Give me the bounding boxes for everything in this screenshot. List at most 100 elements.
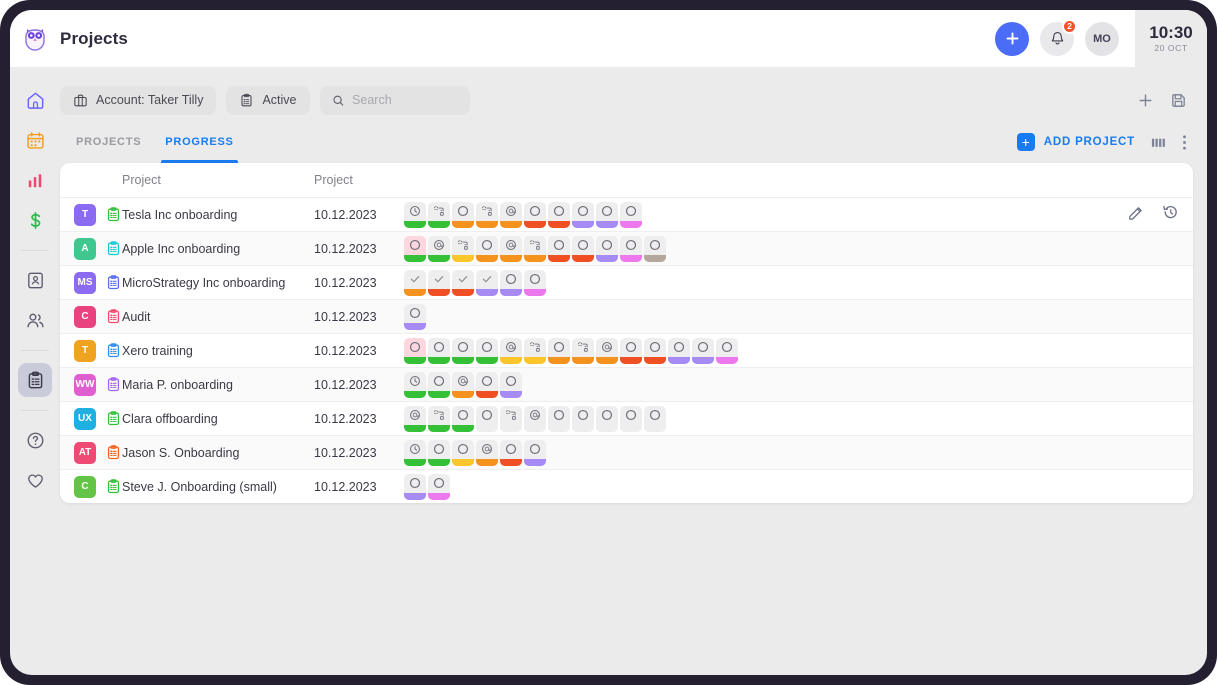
progress-chip[interactable] bbox=[452, 337, 474, 364]
progress-chip[interactable] bbox=[452, 371, 474, 398]
save-button[interactable] bbox=[1170, 92, 1187, 109]
sidebar-item-calendar[interactable] bbox=[18, 123, 52, 157]
progress-chip[interactable] bbox=[476, 269, 498, 296]
progress-chip[interactable] bbox=[404, 371, 426, 398]
progress-chip[interactable] bbox=[596, 405, 618, 432]
progress-chip[interactable] bbox=[452, 439, 474, 466]
progress-chip[interactable] bbox=[476, 439, 498, 466]
progress-chip[interactable] bbox=[428, 235, 450, 262]
row-history-button[interactable] bbox=[1162, 204, 1179, 226]
progress-chip[interactable] bbox=[428, 473, 450, 500]
progress-chip[interactable] bbox=[572, 405, 594, 432]
progress-chip[interactable] bbox=[404, 405, 426, 432]
table-row[interactable]: WW Maria P. onboarding 10.12.2023 bbox=[60, 367, 1193, 401]
progress-chip[interactable] bbox=[500, 201, 522, 228]
progress-chip[interactable] bbox=[572, 337, 594, 364]
progress-chip[interactable] bbox=[476, 405, 498, 432]
table-row[interactable]: C Steve J. Onboarding (small) 10.12.2023 bbox=[60, 469, 1193, 503]
progress-chip[interactable] bbox=[620, 405, 642, 432]
progress-chip[interactable] bbox=[500, 337, 522, 364]
progress-chip[interactable] bbox=[428, 371, 450, 398]
notifications-button[interactable]: 2 bbox=[1040, 18, 1077, 56]
add-row-button[interactable] bbox=[1137, 92, 1154, 109]
progress-chip[interactable] bbox=[644, 337, 666, 364]
progress-chip[interactable] bbox=[500, 235, 522, 262]
progress-chip[interactable] bbox=[404, 303, 426, 330]
progress-chip[interactable] bbox=[692, 337, 714, 364]
progress-chip[interactable] bbox=[404, 337, 426, 364]
progress-chip[interactable] bbox=[668, 337, 690, 364]
progress-chip[interactable] bbox=[524, 269, 546, 296]
progress-chip[interactable] bbox=[548, 405, 570, 432]
progress-chip[interactable] bbox=[500, 269, 522, 296]
quick-add-button[interactable] bbox=[995, 21, 1029, 56]
progress-chip[interactable] bbox=[572, 201, 594, 228]
sidebar-item-projects[interactable] bbox=[18, 363, 52, 397]
progress-chip[interactable] bbox=[428, 439, 450, 466]
progress-chip[interactable] bbox=[404, 201, 426, 228]
progress-chip[interactable] bbox=[476, 337, 498, 364]
progress-chip[interactable] bbox=[644, 405, 666, 432]
progress-chip[interactable] bbox=[524, 405, 546, 432]
tab-projects[interactable]: PROJECTS bbox=[76, 121, 141, 163]
table-row[interactable]: MS MicroStrategy Inc onboarding 10.12.2023 bbox=[60, 265, 1193, 299]
progress-chip[interactable] bbox=[476, 371, 498, 398]
progress-chip[interactable] bbox=[428, 269, 450, 296]
progress-chip[interactable] bbox=[476, 201, 498, 228]
progress-chip[interactable] bbox=[404, 269, 426, 296]
sidebar-item-favorites[interactable] bbox=[18, 463, 52, 497]
progress-chip[interactable] bbox=[404, 235, 426, 262]
progress-chip[interactable] bbox=[500, 371, 522, 398]
table-row[interactable]: C Audit 10.12.2023 bbox=[60, 299, 1193, 333]
table-row[interactable]: T Tesla Inc onboarding 10.12.2023 bbox=[60, 197, 1193, 231]
progress-chip[interactable] bbox=[500, 405, 522, 432]
sidebar-item-home[interactable] bbox=[18, 83, 52, 117]
sidebar-item-help[interactable] bbox=[18, 423, 52, 457]
progress-chip[interactable] bbox=[404, 473, 426, 500]
add-project-button[interactable]: + ADD PROJECT bbox=[1016, 133, 1135, 151]
tab-progress[interactable]: PROGRESS bbox=[161, 121, 239, 163]
sidebar-item-contacts[interactable] bbox=[18, 263, 52, 297]
progress-chip[interactable] bbox=[452, 235, 474, 262]
progress-chip[interactable] bbox=[428, 201, 450, 228]
progress-chip[interactable] bbox=[548, 337, 570, 364]
sidebar-item-analytics[interactable] bbox=[18, 163, 52, 197]
progress-chip[interactable] bbox=[596, 235, 618, 262]
progress-chip[interactable] bbox=[716, 337, 738, 364]
progress-chip[interactable] bbox=[524, 201, 546, 228]
progress-chip[interactable] bbox=[428, 337, 450, 364]
progress-chip[interactable] bbox=[596, 337, 618, 364]
search-box[interactable] bbox=[319, 85, 470, 115]
progress-chip[interactable] bbox=[524, 235, 546, 262]
table-row[interactable]: T Xero training 10.12.2023 bbox=[60, 333, 1193, 367]
more-options-button[interactable] bbox=[1182, 134, 1187, 151]
progress-chip[interactable] bbox=[620, 235, 642, 262]
progress-chip[interactable] bbox=[452, 201, 474, 228]
user-avatar[interactable]: MO bbox=[1085, 21, 1119, 56]
progress-chip[interactable] bbox=[428, 405, 450, 432]
progress-chip[interactable] bbox=[620, 337, 642, 364]
sidebar-item-team[interactable] bbox=[18, 303, 52, 337]
edit-row-button[interactable] bbox=[1127, 204, 1144, 226]
progress-chip[interactable] bbox=[476, 235, 498, 262]
columns-button[interactable] bbox=[1150, 135, 1167, 150]
progress-chip[interactable] bbox=[548, 201, 570, 228]
progress-chip[interactable] bbox=[524, 439, 546, 466]
progress-chip[interactable] bbox=[452, 269, 474, 296]
table-row[interactable]: UX Clara offboarding 10.12.2023 bbox=[60, 401, 1193, 435]
progress-chip[interactable] bbox=[500, 439, 522, 466]
sidebar-item-finance[interactable] bbox=[18, 203, 52, 237]
table-row[interactable]: A Apple Inc onboarding 10.12.2023 bbox=[60, 231, 1193, 265]
progress-chip[interactable] bbox=[548, 235, 570, 262]
account-filter[interactable]: Account: Taker Tilly bbox=[60, 85, 217, 115]
progress-chip[interactable] bbox=[404, 439, 426, 466]
progress-chip[interactable] bbox=[452, 405, 474, 432]
progress-chip[interactable] bbox=[620, 201, 642, 228]
progress-chip[interactable] bbox=[596, 201, 618, 228]
status-filter[interactable]: Active bbox=[226, 85, 310, 115]
table-row[interactable]: AT Jason S. Onboarding 10.12.2023 bbox=[60, 435, 1193, 469]
progress-chip[interactable] bbox=[524, 337, 546, 364]
progress-chip[interactable] bbox=[644, 235, 666, 262]
progress-chip[interactable] bbox=[572, 235, 594, 262]
search-input[interactable] bbox=[352, 93, 458, 107]
